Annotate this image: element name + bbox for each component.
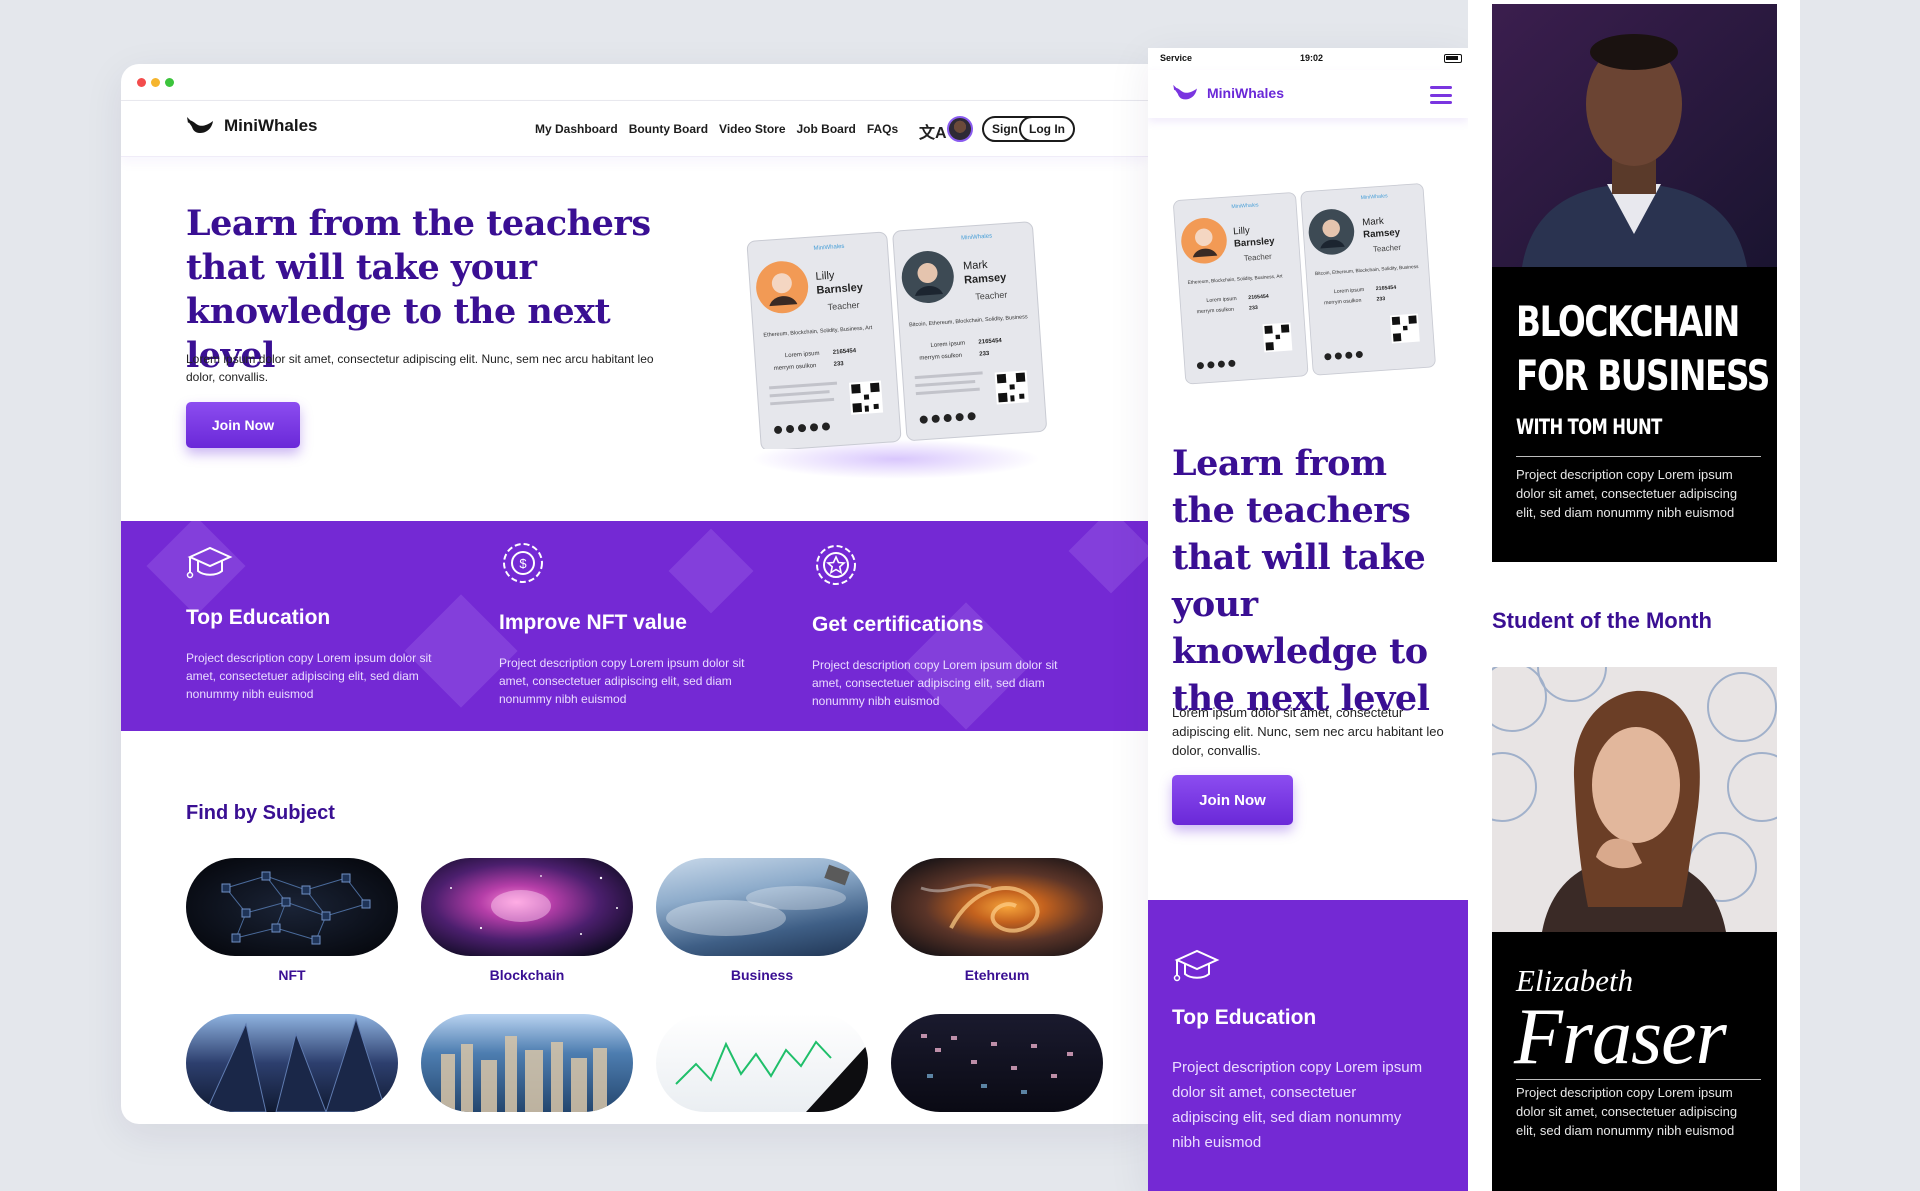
svg-text:$: $ [519, 556, 527, 571]
join-now-button[interactable]: Join Now [186, 402, 300, 448]
id-card-lilly: MiniWhales Lilly Barnsley Teacher Ethere… [1173, 192, 1309, 385]
night-building-image [921, 1034, 1073, 1094]
feature-title: Top Education [186, 606, 331, 629]
star-badge-icon [816, 545, 856, 585]
mobile-join-now-button[interactable]: Join Now [1172, 775, 1293, 825]
course-title-line1: BLOCKCHAIN [1516, 297, 1740, 346]
nav-links: My Dashboard Bounty Board Video Store Jo… [535, 122, 898, 136]
graduation-cap-icon [1173, 949, 1220, 982]
id-card-field2-value: 233 [1249, 305, 1258, 312]
instructor-photo [1492, 4, 1777, 267]
student-photo [1492, 667, 1777, 932]
nav-link-faqs[interactable]: FAQs [867, 122, 898, 136]
teacher-id-cards-illustration: MiniWhales Lilly Barnsley Teacher Ethere… [746, 221, 1047, 449]
carrier-label: Service [1160, 53, 1193, 63]
id-card-first: Mark [1362, 216, 1384, 228]
nebula-image [450, 875, 618, 935]
mobile-brand-name: MiniWhales [1207, 85, 1285, 101]
brand-name: MiniWhales [224, 116, 318, 135]
mobile-feature-title: Top Education [1172, 1006, 1317, 1029]
mobile-feature-top-education: Top Education Project description copy L… [1148, 900, 1468, 1191]
mobile-hero-title: Learn from the teachers that will take y… [1172, 443, 1430, 719]
login-button[interactable]: Log In [1019, 116, 1075, 142]
feature-desc: Project description copy Lorem ipsum dol… [499, 656, 745, 706]
nav-link-video-store[interactable]: Video Store [719, 122, 785, 136]
course-divider [1516, 456, 1761, 457]
brand-logo[interactable]: MiniWhales [186, 115, 318, 137]
window-maximize-button[interactable] [165, 78, 174, 87]
subject-card-business[interactable] [656, 858, 868, 956]
subject-card-city[interactable] [421, 1014, 633, 1112]
nav-link-job-board[interactable]: Job Board [797, 122, 856, 136]
subject-label-ethereum[interactable]: Etehreum [891, 967, 1103, 983]
subject-card-nft[interactable] [186, 858, 398, 956]
id-card-first: Mark [963, 259, 989, 273]
student-card[interactable]: Elizabeth Fraser Project description cop… [1492, 667, 1777, 1191]
subject-card-night-building[interactable] [891, 1014, 1103, 1112]
coin-badge-icon: $ [503, 543, 543, 583]
subject-card-ethereum[interactable] [891, 858, 1103, 956]
mobile-frame: Service 19:02 MiniWhales MiniWhales Lill… [1148, 48, 1468, 1191]
fluid-swirl-image [920, 883, 1040, 933]
earth-orbit-image [666, 864, 850, 936]
translate-icon[interactable]: 文A [919, 119, 947, 143]
battery-icon [1444, 54, 1462, 63]
id-card-field2-value: 233 [979, 351, 990, 358]
id-card-mark: MiniWhales Mark Ramsey Teacher Bitcoin, … [892, 221, 1047, 441]
feature-desc: Project description copy Lorem ipsum dol… [812, 658, 1058, 708]
course-card[interactable]: BLOCKCHAIN FOR BUSINESS WITH TOM HUNT Pr… [1492, 4, 1777, 562]
id-card-field2-value: 233 [833, 361, 844, 368]
status-bar: Service 19:02 [1148, 48, 1468, 70]
course-desc: Project description copy Lorem ipsum dol… [1516, 467, 1738, 520]
features-band: Top Education Project description copy L… [121, 521, 1148, 731]
hero-subtitle: Lorem ipsum dolor sit amet, consectetur … [186, 352, 654, 384]
nav-link-bounty-board[interactable]: Bounty Board [629, 122, 708, 136]
course-instructor: WITH TOM HUNT [1516, 415, 1662, 439]
nft-network-image [221, 871, 371, 945]
subject-label-nft[interactable]: NFT [186, 967, 398, 983]
status-time: 19:02 [1300, 53, 1324, 63]
right-column: BLOCKCHAIN FOR BUSINESS WITH TOM HUNT Pr… [1468, 0, 1800, 1191]
feature-title: Get certifications [812, 613, 984, 636]
id-card-lilly: MiniWhales Lilly Barnsley Teacher Ethere… [746, 231, 902, 449]
user-avatar[interactable] [947, 116, 973, 142]
id-card-mark: MiniWhales Mark Ramsey Teacher Bitcoin, … [1300, 183, 1436, 376]
top-navigation: MiniWhales My Dashboard Bounty Board Vid… [121, 101, 1148, 157]
stock-chart-image [675, 1040, 868, 1112]
desktop-window: MiniWhales My Dashboard Bounty Board Vid… [121, 64, 1148, 1124]
subject-card-skyscrapers[interactable] [186, 1014, 398, 1112]
find-by-subject-title: Find by Subject [186, 802, 335, 824]
student-last-name: Fraser [1514, 993, 1727, 1081]
skyscrapers-image [205, 1017, 387, 1112]
id-card-first: Lilly [1233, 225, 1250, 237]
subject-label-business[interactable]: Business [656, 967, 868, 983]
mobile-brand-logo[interactable]: MiniWhales [1172, 83, 1284, 103]
subject-card-market-chart[interactable] [656, 1014, 868, 1112]
student-desc: Project description copy Lorem ipsum dol… [1516, 1085, 1738, 1138]
id-card-field2-value: 233 [1376, 296, 1385, 303]
course-title-line2: FOR BUSINESS [1516, 351, 1770, 400]
feature-title: Improve NFT value [499, 611, 687, 634]
mobile-navigation: MiniWhales [1148, 70, 1468, 118]
city-skyline-image [441, 1036, 607, 1112]
whale-logo-icon [187, 117, 213, 133]
mobile-feature-desc: Project description copy Lorem ipsum dol… [1172, 1059, 1423, 1151]
window-close-button[interactable] [137, 78, 146, 87]
student-of-month-title: Student of the Month [1492, 608, 1712, 633]
window-minimize-button[interactable] [151, 78, 160, 87]
student-divider [1516, 1079, 1761, 1080]
graduation-cap-icon [186, 546, 233, 579]
subject-label-blockchain[interactable]: Blockchain [421, 967, 633, 983]
hamburger-menu-icon[interactable] [1430, 86, 1452, 104]
feature-desc: Project description copy Lorem ipsum dol… [186, 651, 432, 701]
nav-link-my-dashboard[interactable]: My Dashboard [535, 122, 618, 136]
subject-card-blockchain[interactable] [421, 858, 633, 956]
whale-logo-icon [1173, 84, 1197, 100]
browser-chrome [121, 64, 1148, 101]
id-card-first: Lilly [815, 270, 835, 283]
teacher-id-cards-illustration: MiniWhales Lilly Barnsley Teacher Ethere… [1173, 183, 1436, 385]
hero-section: Learn from the teachers that will take y… [121, 157, 1148, 521]
mobile-hero-subtitle: Lorem ipsum dolor sit amet, consectetur … [1172, 705, 1444, 758]
